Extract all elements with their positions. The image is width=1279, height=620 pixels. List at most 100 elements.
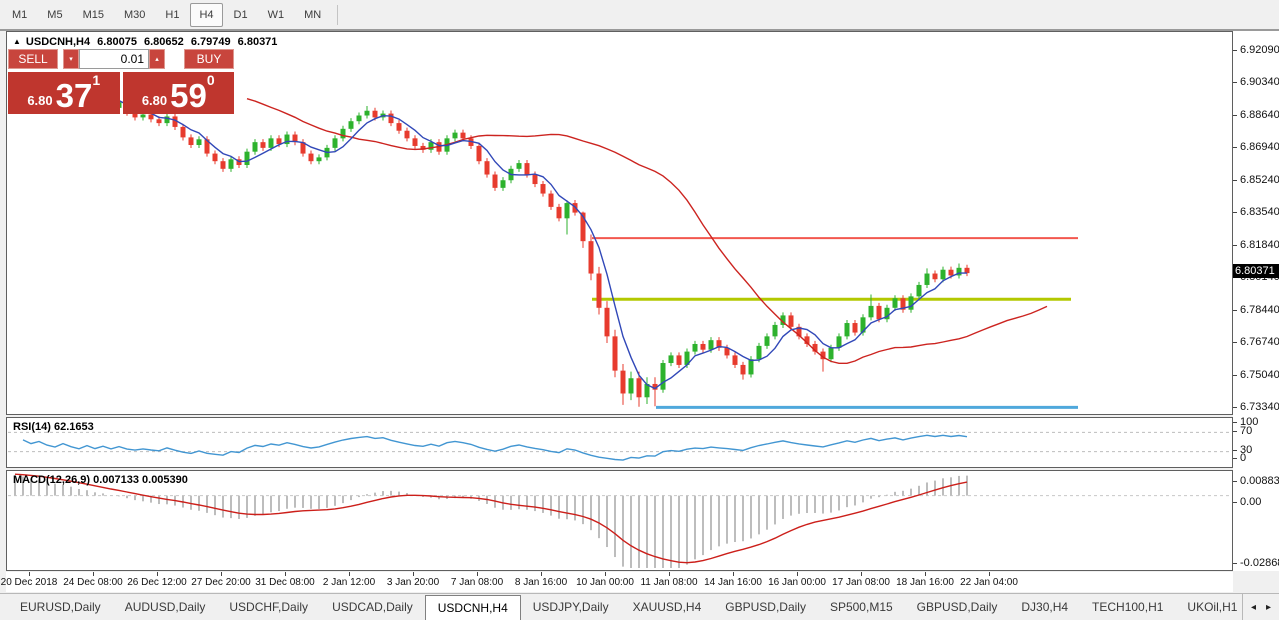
time-axis-label: 8 Jan 16:00 — [515, 577, 567, 588]
price-axis-label: 6.85240 — [1240, 174, 1279, 186]
macd-label: MACD(12,26,9) 0.007133 0.005390 — [13, 474, 188, 486]
timeframe-button-h4[interactable]: H4 — [190, 3, 222, 27]
price-axis[interactable]: 6.92090 6.90340 6.88640 6.86940 6.85240 6.835… — [1233, 31, 1279, 571]
time-axis-tick — [733, 572, 734, 576]
price-axis-label: 6.73340 — [1240, 401, 1279, 413]
ohlc-open: 6.80075 — [97, 36, 137, 48]
price-axis-tick — [1233, 342, 1237, 343]
chart-tabs: EURUSD,DailyAUDUSD,DailyUSDCHF,DailyUSDC… — [0, 594, 1242, 620]
tab-usdchf-daily[interactable]: USDCHF,Daily — [217, 594, 320, 620]
price-axis-label: 6.76740 — [1240, 336, 1279, 348]
volume-decrease-button[interactable]: ▾ — [63, 49, 79, 69]
time-axis-tick — [221, 572, 222, 576]
tab-sp500-m15[interactable]: SP500,M15 — [818, 594, 905, 620]
macd-axis-label: 0.008839 — [1240, 475, 1279, 487]
time-axis-tick — [541, 572, 542, 576]
timeframe-button-m30[interactable]: M30 — [115, 3, 154, 27]
tab-eurusd-daily[interactable]: EURUSD,Daily — [8, 594, 113, 620]
timeframe-button-mn[interactable]: MN — [295, 3, 330, 27]
time-axis-label: 31 Dec 08:00 — [255, 577, 315, 588]
time-axis-label: 20 Dec 2018 — [1, 577, 58, 588]
time-axis-label: 24 Dec 08:00 — [63, 577, 123, 588]
time-axis-label: 7 Jan 08:00 — [451, 577, 503, 588]
time-axis-tick — [861, 572, 862, 576]
volume-increase-button[interactable]: ▴ — [149, 49, 165, 69]
price-axis-label: 6.92090 — [1240, 44, 1279, 56]
buy-button[interactable]: BUY — [184, 49, 234, 69]
tab-ukoil-h1[interactable]: UKOil,H1 — [1175, 594, 1242, 620]
price-axis-label: 6.88640 — [1240, 109, 1279, 121]
price-axis-label: 6.90340 — [1240, 76, 1279, 88]
buy-price-main: 59 — [170, 82, 207, 110]
time-axis-label: 11 Jan 08:00 — [640, 577, 697, 588]
macd-indicator-pane[interactable] — [6, 470, 1233, 571]
ohlc-low: 6.79749 — [191, 36, 231, 48]
price-axis-label: 6.81840 — [1240, 239, 1279, 251]
ohlc-close: 6.80371 — [238, 36, 278, 48]
time-axis-tick — [157, 572, 158, 576]
tab-xauusd-h4[interactable]: XAUUSD,H4 — [621, 594, 714, 620]
time-axis-tick — [413, 572, 414, 576]
time-axis-label: 14 Jan 16:00 — [704, 577, 762, 588]
sell-button[interactable]: SELL — [8, 49, 58, 69]
rsi-axis-tick — [1233, 458, 1237, 459]
timeframe-button-m5[interactable]: M5 — [38, 3, 71, 27]
price-axis-tick — [1233, 147, 1237, 148]
timeframe-button-m15[interactable]: M15 — [74, 3, 113, 27]
macd-axis-label: -0.028683 — [1240, 557, 1279, 569]
tab-gbpusd-daily[interactable]: GBPUSD,Daily — [905, 594, 1010, 620]
price-axis-tick — [1233, 50, 1237, 51]
timeframe-button-m1[interactable]: M1 — [3, 3, 36, 27]
timeframe-button-d1[interactable]: D1 — [225, 3, 257, 27]
price-axis-label: 6.75040 — [1240, 369, 1279, 381]
tab-scroll-right-icon[interactable]: ▸ — [1266, 602, 1271, 613]
time-axis-label: 3 Jan 20:00 — [387, 577, 439, 588]
chart-symbol-period: USDCNH,H4 — [26, 36, 90, 48]
current-price-tag: 6.80371 — [1233, 264, 1279, 278]
ohlc-high: 6.80652 — [144, 36, 184, 48]
rsi-axis-label: 0 — [1240, 452, 1246, 464]
one-click-trade-panel: SELL ▾ ▴ BUY 6.80 37 1 6.80 59 0 — [8, 49, 234, 114]
tab-dj30-h4[interactable]: DJ30,H4 — [1009, 594, 1080, 620]
macd-axis-label: 0.00 — [1240, 496, 1261, 508]
chart-marker-icon: ▲ — [13, 37, 21, 46]
tab-usdcnh-h4[interactable]: USDCNH,H4 — [425, 595, 521, 620]
buy-price-tile[interactable]: 6.80 59 0 — [123, 72, 235, 114]
price-axis-tick — [1233, 407, 1237, 408]
time-axis-tick — [29, 572, 30, 576]
rsi-axis-tick — [1233, 422, 1237, 423]
time-axis-label: 22 Jan 04:00 — [960, 577, 1018, 588]
tab-audusd-daily[interactable]: AUDUSD,Daily — [113, 594, 218, 620]
volume-input[interactable] — [79, 49, 149, 69]
price-axis-tick — [1233, 310, 1237, 311]
time-axis[interactable]: 20 Dec 201824 Dec 08:0026 Dec 12:0027 De… — [6, 572, 1233, 592]
time-axis-tick — [477, 572, 478, 576]
price-axis-label: 6.78440 — [1240, 304, 1279, 316]
toolbar-separator — [337, 5, 338, 25]
time-axis-tick — [285, 572, 286, 576]
time-axis-label: 26 Dec 12:00 — [127, 577, 187, 588]
timeframe-button-h1[interactable]: H1 — [156, 3, 188, 27]
sell-price-tile[interactable]: 6.80 37 1 — [8, 72, 120, 114]
time-axis-label: 17 Jan 08:00 — [832, 577, 890, 588]
time-axis-label: 2 Jan 12:00 — [323, 577, 375, 588]
tab-tech100-h1[interactable]: TECH100,H1 — [1080, 594, 1175, 620]
price-axis-tick — [1233, 245, 1237, 246]
chart-tab-bar: EURUSD,DailyAUDUSD,DailyUSDCHF,DailyUSDC… — [0, 593, 1279, 620]
tab-gbpusd-daily[interactable]: GBPUSD,Daily — [713, 594, 818, 620]
time-axis-tick — [925, 572, 926, 576]
sell-price-main: 37 — [56, 82, 93, 110]
price-axis-label: 6.86940 — [1240, 141, 1279, 153]
macd-axis-tick — [1233, 563, 1237, 564]
price-axis-label: 6.83540 — [1240, 206, 1279, 218]
tab-usdcad-daily[interactable]: USDCAD,Daily — [320, 594, 425, 620]
time-axis-tick — [669, 572, 670, 576]
tab-scroll-left-icon[interactable]: ◂ — [1251, 602, 1256, 613]
tab-usdjpy-daily[interactable]: USDJPY,Daily — [521, 594, 621, 620]
macd-axis-tick — [1233, 481, 1237, 482]
timeframe-button-w1[interactable]: W1 — [259, 3, 294, 27]
time-axis-tick — [605, 572, 606, 576]
trading-terminal-window: M1M5M15M30H1H4D1W1MN 6.92090 6.90340 6.886… — [0, 0, 1279, 620]
rsi-indicator-pane[interactable] — [6, 417, 1233, 468]
time-axis-tick — [349, 572, 350, 576]
